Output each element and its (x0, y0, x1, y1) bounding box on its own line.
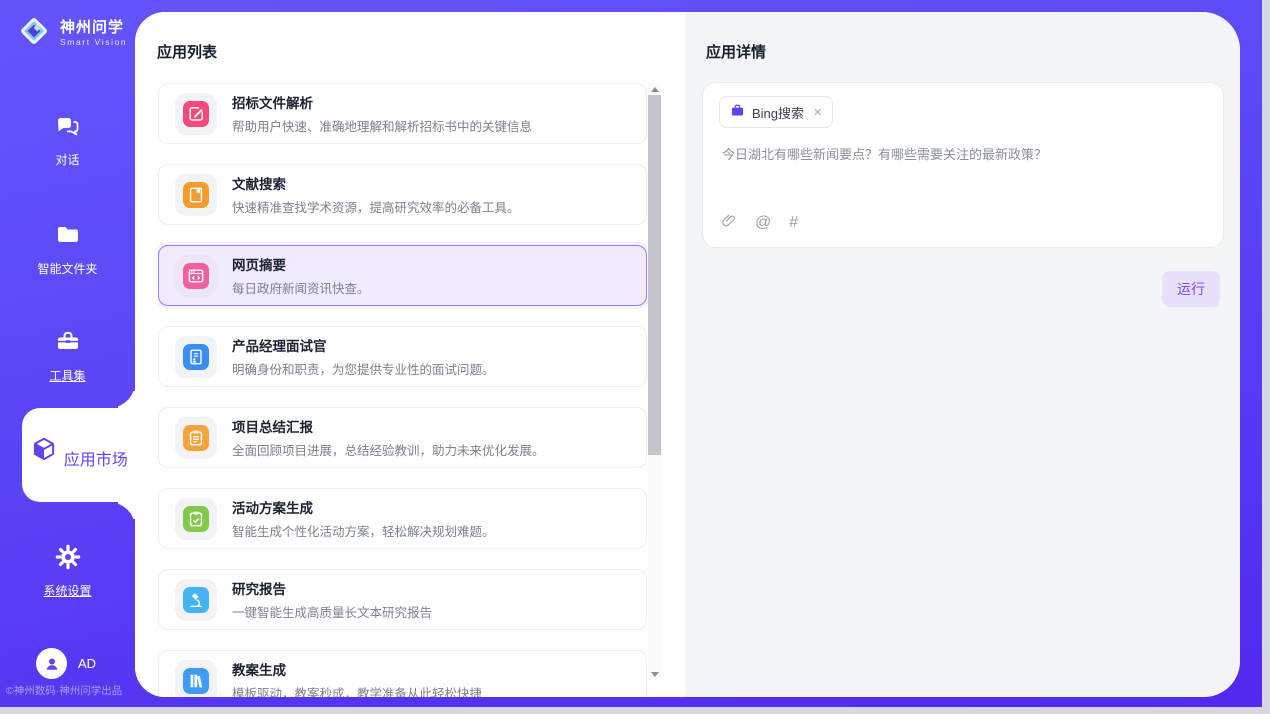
app-desc: 明确身份和职责，为您提供专业性的面试问题。 (232, 359, 495, 378)
sidebar-item-label: 智能文件夹 (0, 260, 135, 277)
avatar (36, 648, 67, 679)
sidebar-item-smart-folder[interactable]: 智能文件夹 (0, 221, 135, 277)
sidebar-item-settings[interactable]: 系统设置 (0, 543, 135, 599)
app-card-lesson-plan[interactable]: 教案生成 模板驱动，教案秒成，教学准备从此轻松快捷 (158, 650, 647, 697)
app-desc: 一键智能生成高质量长文本研究报告 (232, 602, 432, 621)
app-desc: 全面回顾项目进展，总结经验教训，助力未来优化发展。 (232, 440, 545, 459)
brand-name: 神州问学 (60, 20, 127, 37)
diamond-logo-icon (16, 13, 52, 54)
user-account[interactable]: AD (36, 648, 96, 679)
app-desc: 快速精准查找学术资源，提高研究效率的必备工具。 (232, 197, 520, 216)
app-name: 教案生成 (232, 659, 482, 679)
gear-icon (54, 558, 82, 575)
mention-icon[interactable]: @ (755, 215, 771, 231)
clipboard-check-icon (183, 506, 209, 532)
brand-logo: 神州问学 Smart Vision (16, 13, 127, 54)
app-name: 产品经理面试官 (232, 335, 495, 355)
tool-tag-label: Bing搜索 (752, 103, 804, 122)
book-icon (183, 182, 209, 208)
app-card-bid-document-analysis[interactable]: 招标文件解析 帮助用户快速、准确地理解和解析招标书中的关键信息 (158, 83, 647, 144)
app-name: 研究报告 (232, 578, 432, 598)
browser-code-icon (183, 263, 209, 289)
app-desc: 帮助用户快速、准确地理解和解析招标书中的关键信息 (232, 116, 532, 135)
prompt-card: Bing搜索 ✕ 今日湖北有哪些新闻要点？有哪些需要关注的最新政策？ @ # (702, 82, 1224, 248)
scrollbar-thumb[interactable] (648, 95, 661, 455)
query-text[interactable]: 今日湖北有哪些新闻要点？有哪些需要关注的最新政策？ (722, 145, 1203, 165)
main-content: 应用列表 招标文件解析 帮助用户快速、准确地理解和解析招标书中的关键信 (135, 12, 1240, 697)
app-window: 神州问学 Smart Vision 对话 智能文件夹 (0, 0, 1262, 707)
close-icon[interactable]: ✕ (813, 106, 822, 119)
sidebar-item-label: 系统设置 (0, 582, 135, 599)
clipboard-icon (183, 425, 209, 451)
app-card-pm-interviewer[interactable]: 产品经理面试官 明确身份和职责，为您提供专业性的面试问题。 (158, 326, 647, 387)
app-desc: 智能生成个性化活动方案，轻松解决规划难题。 (232, 521, 495, 540)
microscope-icon (183, 587, 209, 613)
user-name: AD (78, 656, 96, 671)
hash-icon[interactable]: # (789, 215, 798, 231)
sidebar-item-label: 应用市场 (64, 452, 128, 469)
app-name: 招标文件解析 (232, 92, 532, 112)
resume-icon (183, 344, 209, 370)
app-desc: 每日政府新闻资讯快查。 (232, 278, 370, 297)
scroll-down-arrow-icon[interactable] (648, 668, 661, 680)
bubble-notch-bottom (109, 502, 135, 528)
copyright-footer: ©神州数码·神州问学出品 (6, 683, 135, 698)
chat-icon (54, 127, 82, 144)
sidebar-item-chat[interactable]: 对话 (0, 112, 135, 168)
app-card-event-plan[interactable]: 活动方案生成 智能生成个性化活动方案，轻松解决规划难题。 (158, 488, 647, 549)
edit-document-icon (183, 101, 209, 127)
sidebar-item-app-market[interactable]: 应用市场 (22, 408, 135, 502)
app-list: 招标文件解析 帮助用户快速、准确地理解和解析招标书中的关键信息 (158, 83, 647, 697)
sidebar: 神州问学 Smart Vision 对话 智能文件夹 (0, 0, 135, 707)
app-detail-title: 应用详情 (706, 41, 766, 62)
scroll-up-arrow-icon[interactable] (648, 83, 661, 95)
app-name: 活动方案生成 (232, 497, 495, 517)
tool-tag-bing-search[interactable]: Bing搜索 ✕ (719, 96, 833, 128)
brand-subtitle: Smart Vision (60, 38, 127, 47)
folder-icon (54, 236, 82, 253)
app-card-literature-search[interactable]: 文献搜索 快速精准查找学术资源，提高研究效率的必备工具。 (158, 164, 647, 225)
app-card-research-report[interactable]: 研究报告 一键智能生成高质量长文本研究报告 (158, 569, 647, 630)
app-list-title: 应用列表 (157, 41, 217, 62)
app-card-project-summary[interactable]: 项目总结汇报 全面回顾项目进展，总结经验教训，助力未来优化发展。 (158, 407, 647, 468)
app-detail-panel: 应用详情 Bing搜索 ✕ 今日湖北有哪些新闻要点？有哪些需要关注的最新政策？ (685, 12, 1240, 697)
sidebar-item-toolset[interactable]: 工具集 (0, 328, 135, 384)
books-icon (183, 668, 209, 694)
app-name: 项目总结汇报 (232, 416, 545, 436)
toolbox-icon (54, 343, 82, 360)
app-name: 网页摘要 (232, 254, 370, 274)
cube-icon (29, 435, 59, 470)
run-button[interactable]: 运行 (1162, 271, 1220, 307)
attachment-toolbar: @ # (721, 212, 798, 234)
app-name: 文献搜索 (232, 173, 520, 193)
list-scrollbar[interactable] (648, 83, 661, 680)
sidebar-item-label: 对话 (0, 151, 135, 168)
app-desc: 模板驱动，教案秒成，教学准备从此轻松快捷 (232, 683, 482, 697)
app-list-panel: 应用列表 招标文件解析 帮助用户快速、准确地理解和解析招标书中的关键信 (135, 12, 685, 697)
paperclip-icon[interactable] (721, 212, 737, 234)
bubble-notch-top (109, 382, 135, 408)
briefcase-icon (730, 103, 745, 121)
app-card-web-summary[interactable]: 网页摘要 每日政府新闻资讯快查。 (158, 245, 647, 306)
